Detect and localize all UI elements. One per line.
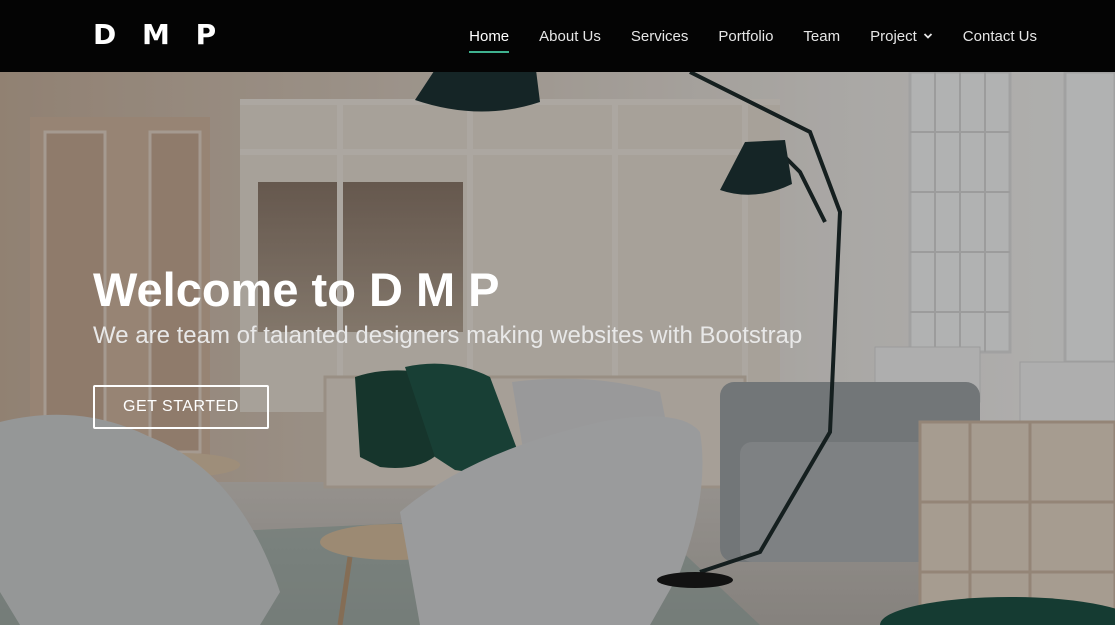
chevron-down-icon: [923, 33, 932, 39]
nav-item-label: Home: [469, 27, 510, 45]
site-header: D M P Home About Us Services Portfolio T…: [0, 0, 1115, 72]
nav-item-contact-us[interactable]: Contact Us: [963, 0, 1037, 72]
nav-item-label: Services: [630, 27, 689, 45]
hero-content: Welcome to D M P We are team of talanted…: [93, 262, 802, 429]
hero-subtitle: We are team of talanted designers making…: [93, 322, 803, 349]
nav-item-label: Team: [803, 27, 841, 45]
hero-section: Welcome to D M P We are team of talanted…: [0, 72, 1115, 625]
get-started-button[interactable]: GET STARTED: [93, 385, 269, 429]
nav-item-team[interactable]: Team: [803, 0, 840, 72]
nav-item-project[interactable]: Project: [870, 0, 933, 72]
nav-item-services[interactable]: Services: [631, 0, 689, 72]
nav-item-label: Project: [870, 27, 917, 45]
nav-item-home[interactable]: Home: [469, 0, 510, 72]
nav-item-label: Contact Us: [962, 27, 1037, 45]
nav-item-label: Portfolio: [718, 27, 774, 45]
main-nav: Home About Us Services Portfolio Team Pr…: [469, 0, 1037, 72]
site-logo[interactable]: D M P: [93, 17, 224, 53]
nav-item-about-us[interactable]: About Us: [539, 0, 601, 72]
hero-title: Welcome to D M P: [93, 263, 500, 316]
nav-item-label: About Us: [539, 27, 601, 45]
nav-item-portfolio[interactable]: Portfolio: [718, 0, 773, 72]
